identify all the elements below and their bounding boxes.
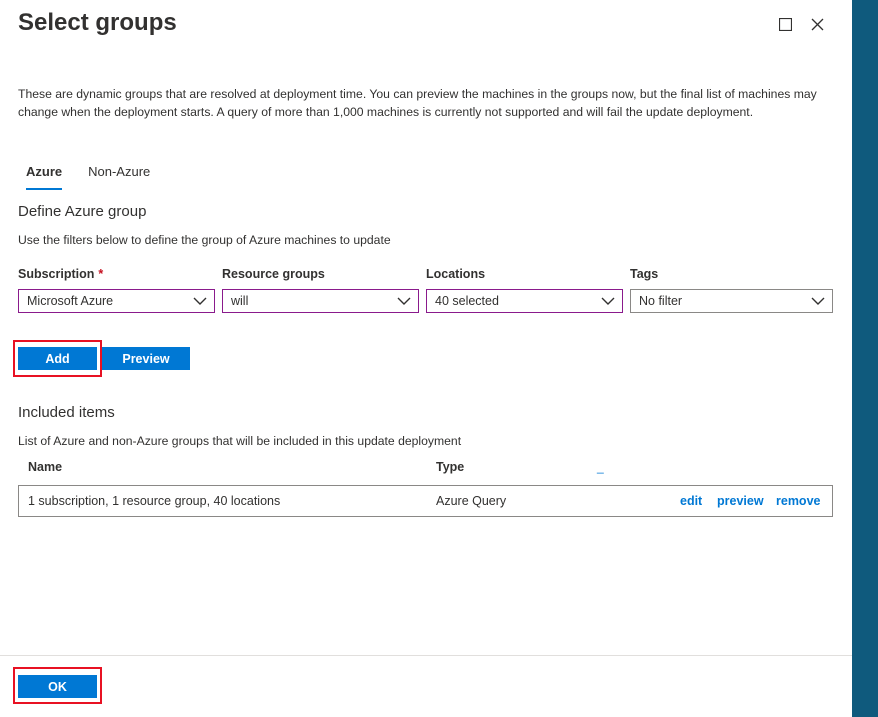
tab-azure[interactable]: Azure [18,160,70,190]
subscription-dropdown[interactable]: Microsoft Azure [18,289,215,313]
select-groups-panel: Select groups These are dynamic groups t… [0,0,852,717]
intro-description: These are dynamic groups that are resolv… [18,87,817,119]
tab-non-azure[interactable]: Non-Azure [80,160,158,190]
preview-link[interactable]: preview [717,494,764,508]
subscription-label: Subscription * [18,267,103,281]
background-portal-strip [852,0,878,717]
column-options-link[interactable]: _ [597,460,604,474]
subscription-label-text: Subscription [18,267,95,281]
tab-bar: Azure Non-Azure [18,160,168,190]
resource-groups-label: Resource groups [222,267,325,281]
subscription-value: Microsoft Azure [27,294,114,308]
column-header-type: Type [436,460,465,474]
maximize-button[interactable] [775,14,795,34]
resource-groups-dropdown[interactable]: will [222,289,419,313]
remove-link[interactable]: remove [776,494,820,508]
locations-dropdown[interactable]: 40 selected [426,289,623,313]
edit-link[interactable]: edit [680,494,702,508]
row-type: Azure Query [436,494,507,508]
tags-label: Tags [630,267,659,281]
column-header-name: Name [28,460,63,474]
ok-button[interactable]: OK [18,675,97,698]
define-group-description: Use the filters below to define the grou… [18,233,391,247]
locations-value: 40 selected [435,294,499,308]
included-items-title: Included items [18,404,115,421]
included-items-description: List of Azure and non-Azure groups that … [18,434,462,448]
chevron-down-icon [601,297,615,305]
tags-value: No filter [639,294,683,308]
close-icon [811,18,823,30]
chevron-down-icon [193,297,207,305]
footer-divider [0,655,852,656]
chevron-down-icon [397,297,411,305]
required-marker: * [98,267,104,281]
resource-groups-value: will [231,294,249,308]
row-name: 1 subscription, 1 resource group, 40 loc… [28,494,281,508]
add-button[interactable]: Add [18,347,97,370]
preview-button[interactable]: Preview [102,347,190,370]
tags-dropdown[interactable]: No filter [630,289,833,313]
table-row: 1 subscription, 1 resource group, 40 loc… [18,485,833,517]
define-group-title: Define Azure group [18,203,147,220]
chevron-down-icon [811,297,825,305]
panel-title: Select groups [18,9,177,36]
close-button[interactable] [807,14,827,34]
locations-label: Locations [426,267,486,281]
maximize-icon [778,17,792,31]
